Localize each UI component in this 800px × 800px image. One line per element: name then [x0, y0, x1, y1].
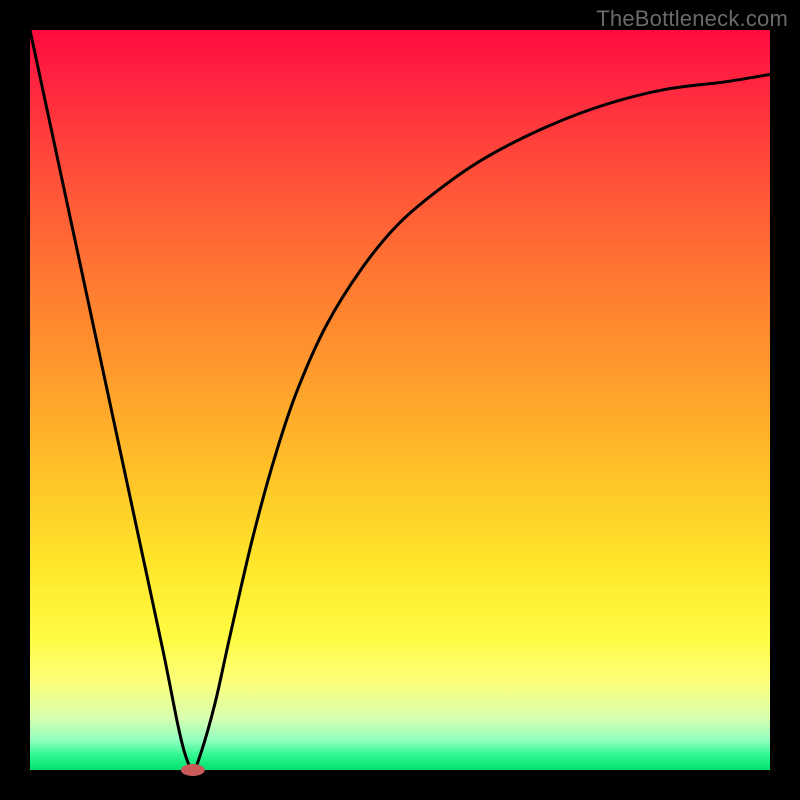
watermark-text: TheBottleneck.com — [596, 6, 788, 32]
curve-layer — [30, 30, 770, 770]
bottleneck-curve — [30, 30, 770, 770]
optimal-marker — [181, 764, 205, 776]
plot-area — [30, 30, 770, 770]
chart-frame: TheBottleneck.com — [0, 0, 800, 800]
